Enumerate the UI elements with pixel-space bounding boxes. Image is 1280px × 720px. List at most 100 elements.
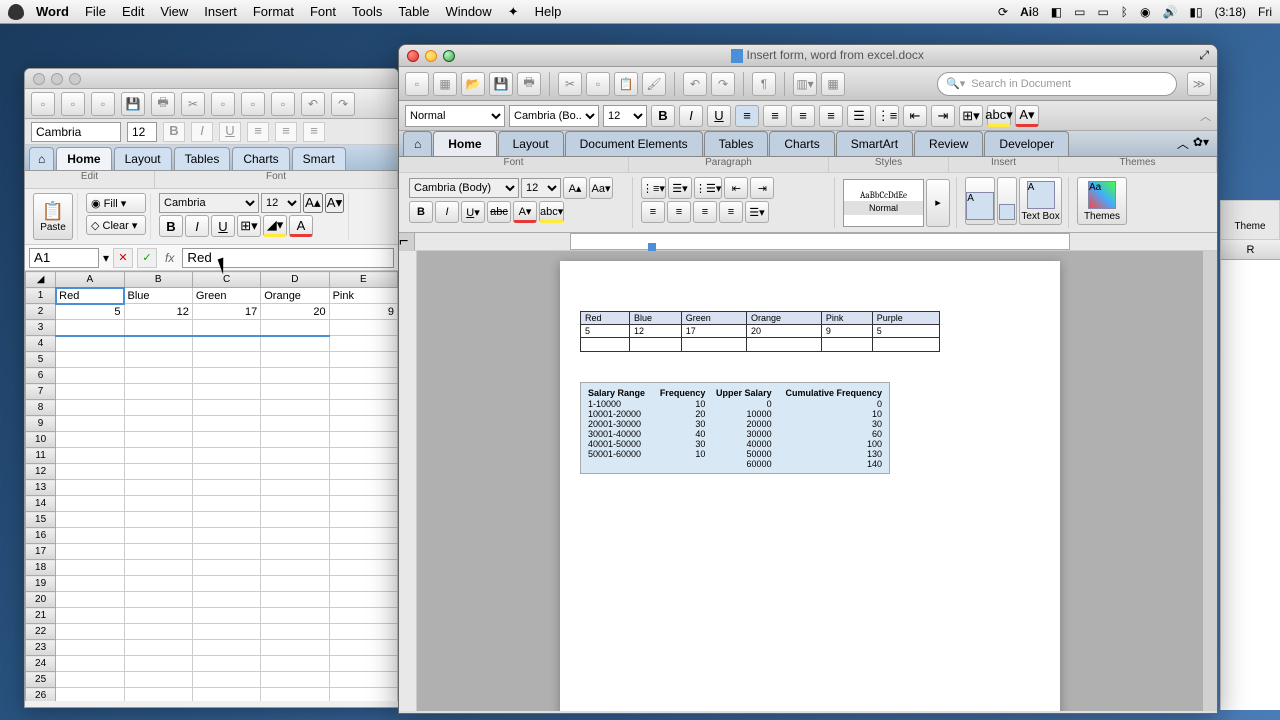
- apple-icon[interactable]: [8, 4, 24, 20]
- menu-edit[interactable]: Edit: [122, 4, 144, 19]
- row-header[interactable]: 3: [26, 320, 56, 336]
- align-right-icon[interactable]: ≡: [303, 122, 325, 142]
- fill-button[interactable]: ◉ Fill ▾: [86, 193, 146, 213]
- grow-font-icon[interactable]: A▴: [563, 177, 587, 199]
- row-header[interactable]: 19: [26, 576, 56, 592]
- close-icon[interactable]: [407, 50, 419, 62]
- page-scroll[interactable]: Red Blue Green Orange Pink Purple 5 12 1…: [417, 251, 1203, 711]
- col-header[interactable]: R: [1221, 240, 1280, 260]
- open-icon[interactable]: 📂: [461, 72, 485, 96]
- status-day[interactable]: Fri: [1258, 5, 1272, 19]
- open-icon[interactable]: ▫: [61, 92, 85, 116]
- tab-developer[interactable]: Developer: [984, 131, 1069, 156]
- zoom-icon[interactable]: [443, 50, 455, 62]
- cell[interactable]: 9: [329, 304, 397, 320]
- table-cell[interactable]: Orange: [747, 312, 822, 325]
- print-icon[interactable]: 🖶: [517, 72, 541, 96]
- align-left-icon[interactable]: ≡: [247, 122, 269, 142]
- row-header[interactable]: 17: [26, 544, 56, 560]
- cell[interactable]: Red: [56, 288, 124, 304]
- new-icon[interactable]: ▫: [405, 72, 429, 96]
- style-select[interactable]: Normal: [405, 105, 505, 127]
- ruler-active-area[interactable]: [570, 233, 1070, 250]
- status-wifi-icon[interactable]: ◉: [1140, 5, 1150, 19]
- undo-icon[interactable]: ↶: [301, 92, 325, 116]
- row-header[interactable]: 9: [26, 416, 56, 432]
- status-adobe[interactable]: Ai 8: [1020, 5, 1039, 19]
- cell[interactable]: 5: [56, 304, 124, 320]
- right-spreadsheet-sliver[interactable]: R: [1220, 240, 1280, 710]
- settings-icon[interactable]: ✿▾: [1193, 135, 1209, 152]
- row-header[interactable]: 5: [26, 352, 56, 368]
- cell[interactable]: Green: [192, 288, 260, 304]
- fx-icon[interactable]: fx: [165, 251, 174, 265]
- table-cell[interactable]: Red: [581, 312, 630, 325]
- ribbon-size-select[interactable]: 12: [521, 178, 561, 198]
- menu-file[interactable]: File: [85, 4, 106, 19]
- row-header[interactable]: 16: [26, 528, 56, 544]
- font-select[interactable]: Cambria (Bo...: [509, 105, 599, 127]
- tab-home[interactable]: Home: [56, 147, 111, 170]
- tab-charts[interactable]: Charts: [769, 131, 834, 156]
- templates-icon[interactable]: ▦: [433, 72, 457, 96]
- tab-stop-icon[interactable]: [648, 243, 656, 251]
- align-left-icon[interactable]: ≡: [735, 105, 759, 127]
- outdent-icon[interactable]: ⇤: [903, 105, 927, 127]
- word-ruler[interactable]: ⌐: [399, 233, 1217, 251]
- show-marks-icon[interactable]: ¶: [752, 72, 776, 96]
- col-header[interactable]: B: [124, 272, 192, 288]
- ribbon-italic[interactable]: I: [185, 215, 209, 237]
- collapse-ribbon-icon[interactable]: ︿: [1200, 108, 1211, 124]
- menu-insert[interactable]: Insert: [204, 4, 237, 19]
- format-painter-icon[interactable]: 🖌: [642, 72, 666, 96]
- font-color-icon[interactable]: A: [289, 215, 313, 237]
- menu-font[interactable]: Font: [310, 4, 336, 19]
- row-header[interactable]: 14: [26, 496, 56, 512]
- align-right-icon[interactable]: ≡: [791, 105, 815, 127]
- row-header[interactable]: 13: [26, 480, 56, 496]
- tab-charts[interactable]: Charts: [232, 147, 289, 170]
- document-page[interactable]: Red Blue Green Orange Pink Purple 5 12 1…: [560, 261, 1060, 711]
- minimize-icon[interactable]: [51, 73, 63, 85]
- script-menu-icon[interactable]: ✦: [508, 4, 519, 20]
- tab-doc-elements[interactable]: Document Elements: [565, 131, 703, 156]
- cell[interactable]: [124, 320, 192, 336]
- table-cell[interactable]: 9: [821, 325, 872, 338]
- row-header[interactable]: 15: [26, 512, 56, 528]
- font-name-input[interactable]: [31, 122, 121, 142]
- cell[interactable]: Blue: [124, 288, 192, 304]
- underline-button[interactable]: U: [707, 105, 731, 127]
- font-size-input[interactable]: [127, 122, 157, 142]
- outdent-icon[interactable]: ⇤: [724, 177, 748, 199]
- cell[interactable]: Pink: [329, 288, 397, 304]
- shrink-font-icon[interactable]: A▾: [325, 193, 345, 213]
- indent-icon[interactable]: ⇥: [750, 177, 774, 199]
- row-header[interactable]: 20: [26, 592, 56, 608]
- cut-icon[interactable]: ✂: [558, 72, 582, 96]
- fill-color-icon[interactable]: ◢▾: [263, 215, 287, 237]
- ribbon-font-select[interactable]: Cambria: [159, 193, 259, 213]
- row-header[interactable]: 18: [26, 560, 56, 576]
- row-header[interactable]: 2: [26, 304, 56, 320]
- ribbon-font-color[interactable]: A▾: [513, 201, 537, 223]
- table-cell[interactable]: Green: [681, 312, 746, 325]
- cut-icon[interactable]: ✂: [181, 92, 205, 116]
- cell[interactable]: 17: [192, 304, 260, 320]
- font-color-icon[interactable]: A▾: [1015, 105, 1039, 127]
- ribbon-strike[interactable]: abc: [487, 201, 511, 223]
- tab-layout[interactable]: Layout: [498, 131, 564, 156]
- align-center-icon[interactable]: ≡: [763, 105, 787, 127]
- new-icon[interactable]: ▫: [31, 92, 55, 116]
- ribbon-bold[interactable]: B: [409, 201, 433, 223]
- row-header[interactable]: 23: [26, 640, 56, 656]
- ruler-corner[interactable]: ⌐: [399, 233, 415, 250]
- scrollbar[interactable]: [1203, 251, 1217, 711]
- row-header[interactable]: 4: [26, 336, 56, 352]
- ribbon-italic[interactable]: I: [435, 201, 459, 223]
- table-cell[interactable]: 5: [581, 325, 630, 338]
- cell[interactable]: 12: [124, 304, 192, 320]
- align-justify-icon[interactable]: ≡: [819, 105, 843, 127]
- row-header[interactable]: 10: [26, 432, 56, 448]
- close-icon[interactable]: [33, 73, 45, 85]
- row-header[interactable]: 7: [26, 384, 56, 400]
